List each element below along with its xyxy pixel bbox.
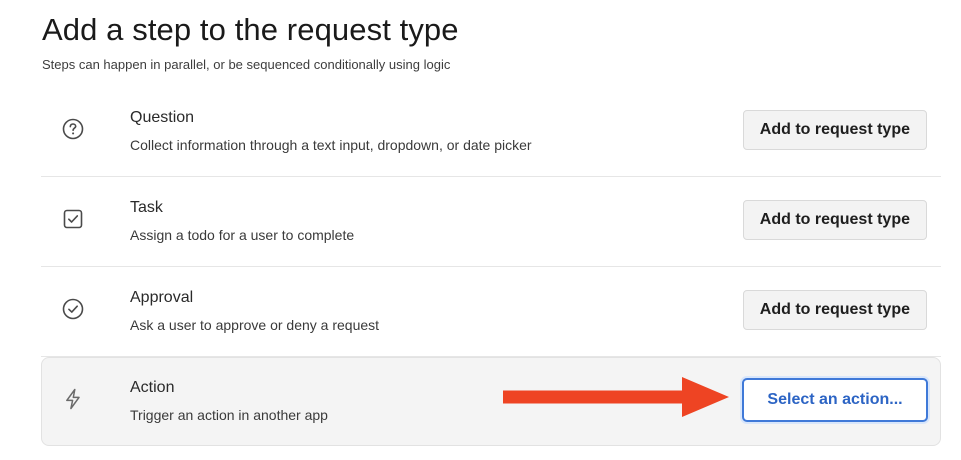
lightning-icon xyxy=(61,387,85,411)
add-approval-button[interactable]: Add to request type xyxy=(742,290,927,330)
select-action-button[interactable]: Select an action... xyxy=(742,378,928,422)
question-circle-icon xyxy=(61,117,85,141)
page-title: Add a step to the request type xyxy=(42,12,459,47)
annotation-arrow xyxy=(503,377,729,417)
add-task-button[interactable]: Add to request type xyxy=(742,200,927,240)
checkbox-icon xyxy=(61,207,85,231)
step-title: Approval xyxy=(130,289,194,306)
check-circle-icon xyxy=(61,297,85,321)
step-list: Question Collect information through a t… xyxy=(41,87,941,446)
step-row-approval: Approval Ask a user to approve or deny a… xyxy=(41,267,941,357)
step-title: Action xyxy=(130,379,175,396)
page-subtitle: Steps can happen in parallel, or be sequ… xyxy=(42,57,451,72)
add-question-button[interactable]: Add to request type xyxy=(742,110,927,150)
step-row-action: Action Trigger an action in another app … xyxy=(41,357,941,446)
step-description: Ask a user to approve or deny a request xyxy=(130,317,380,333)
step-description: Collect information through a text input… xyxy=(130,137,532,153)
step-title: Question xyxy=(130,109,195,126)
step-title: Task xyxy=(130,199,163,216)
step-description: Trigger an action in another app xyxy=(130,407,328,423)
step-row-task: Task Assign a todo for a user to complet… xyxy=(41,177,941,267)
step-row-question: Question Collect information through a t… xyxy=(41,87,941,177)
step-description: Assign a todo for a user to complete xyxy=(130,227,355,243)
